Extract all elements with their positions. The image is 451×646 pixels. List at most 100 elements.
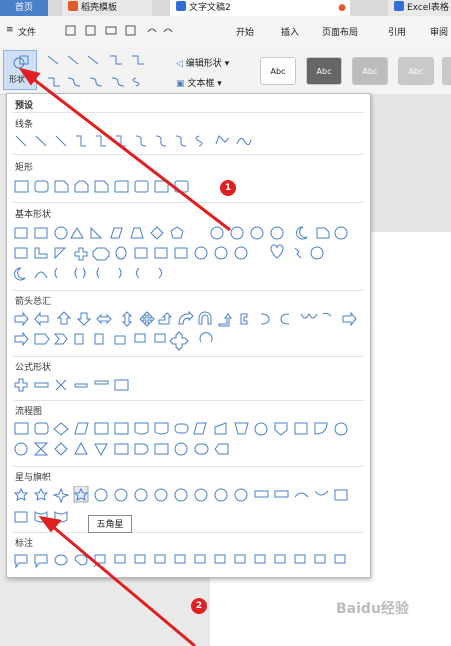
- style-preset-3[interactable]: Abc: [352, 57, 388, 85]
- arc-shape: [34, 271, 48, 279]
- style-preset-5[interactable]: [442, 57, 451, 85]
- rounded-rectangle-shape: [34, 180, 49, 193]
- section-equation-shapes: 公式形状: [15, 363, 52, 373]
- line-shape: [15, 135, 27, 147]
- textbox-button[interactable]: ▣ 文本框 ▾: [176, 76, 222, 89]
- recent-shapes-gallery[interactable]: [44, 52, 168, 92]
- edit-shape-label: 编辑形状: [185, 59, 222, 69]
- lines-row[interactable]: [13, 132, 273, 152]
- tab-excel[interactable]: Excel表格: [388, 0, 451, 16]
- can-shape: [115, 246, 127, 260]
- moon2-shape: [14, 267, 26, 281]
- circular-arrow-shape: [199, 332, 213, 343]
- menu-start[interactable]: 开始: [236, 25, 254, 38]
- merge-shape: [94, 443, 108, 457]
- style-preset-1[interactable]: Abc: [260, 57, 296, 85]
- style-preset-4[interactable]: Abc: [398, 57, 434, 85]
- textbox-icon: ▣: [176, 79, 185, 89]
- arrow-shape: [35, 135, 47, 147]
- hamburger-icon[interactable]: ≡: [6, 25, 14, 35]
- separator: [13, 532, 363, 533]
- curve-shape: [195, 135, 203, 147]
- process-shape: [14, 422, 29, 435]
- left-arrow-shape: [34, 311, 49, 327]
- left-up-arrow-shape: [218, 313, 232, 327]
- multiply-shape: [55, 379, 67, 391]
- line-callout-accent2-shape: [194, 554, 206, 564]
- manual-input-shape: [214, 422, 227, 435]
- collate-shape: [33, 442, 49, 456]
- punched-tape-shape: [314, 422, 328, 435]
- lightning-bolt-shape: [294, 247, 302, 259]
- menu-references[interactable]: 引用: [388, 25, 406, 38]
- oval-callout-shape: [54, 554, 68, 566]
- line-callout-border4-shape: [294, 554, 306, 564]
- watermark: Baidu经验: [336, 598, 409, 618]
- up-down-arrow-shape: [121, 311, 133, 327]
- style-label: Abc: [316, 67, 332, 76]
- equal-shape: [94, 380, 109, 385]
- excel-icon: [394, 1, 404, 11]
- callouts-row[interactable]: [13, 552, 363, 572]
- tab-bar: 首页 稻壳模板 文字文稿2 ● Excel表格: [0, 0, 451, 16]
- sequential-access-storage-shape: [154, 443, 169, 455]
- double-bracket-shape: [54, 267, 58, 279]
- tab-document[interactable]: 文字文稿2 ●: [170, 0, 350, 16]
- menu-bar: ≡ 文件 开始 插入 页面布局 引用 审阅: [0, 16, 451, 49]
- tab-label: Excel表格: [407, 3, 449, 13]
- menu-review[interactable]: 审阅: [430, 25, 448, 38]
- style-preset-2[interactable]: Abc: [306, 57, 342, 85]
- double-arrow-shape: [55, 135, 67, 147]
- heptagon-shape: [210, 226, 224, 240]
- display-shape: [214, 443, 229, 455]
- elbow-arrow-connector: [96, 135, 106, 147]
- curved-left-arrow-shape: [280, 313, 290, 325]
- vertical-scroll-shape: [334, 489, 348, 501]
- flowchart-grid[interactable]: [13, 420, 363, 460]
- moon-shape: [296, 226, 308, 240]
- shape-button[interactable]: 形状: [3, 50, 37, 90]
- elbow-connector: [76, 135, 86, 147]
- equation-shapes-row[interactable]: [13, 376, 153, 396]
- minus-shape: [34, 382, 49, 388]
- cross-shape: [74, 247, 88, 261]
- left-right-arrow-shape: [96, 313, 112, 325]
- snip-same-side-rectangle-shape: [74, 180, 89, 193]
- 8-point-star-shape: [134, 488, 148, 502]
- textbox-label: 文本框: [187, 79, 215, 89]
- connector-shape: [254, 422, 268, 436]
- explosion2-shape: [33, 487, 49, 501]
- donut-shape: [174, 247, 188, 259]
- multidocument-shape: [154, 422, 169, 435]
- rectangle-shape: [14, 180, 29, 193]
- basic-shapes-grid[interactable]: [13, 224, 363, 284]
- pentagon-shape: [170, 226, 184, 239]
- preparation-shape: [193, 422, 207, 435]
- modified-dot-icon: ●: [338, 3, 346, 13]
- quad-arrow-shape: [139, 311, 155, 327]
- offpage-connector-shape: [274, 422, 288, 436]
- decision-shape: [53, 422, 69, 436]
- block-arrows-grid[interactable]: [13, 310, 363, 352]
- section-flowchart: 流程图: [15, 407, 43, 417]
- tab-home[interactable]: 首页: [0, 0, 48, 16]
- double-brace-shape: [74, 267, 86, 279]
- 16-point-star-shape: [194, 488, 208, 502]
- trapezoid-shape: [130, 227, 144, 239]
- menu-file[interactable]: 文件: [18, 25, 36, 38]
- document-flow-shape: [134, 422, 149, 435]
- right-bracket-shape: [118, 267, 122, 279]
- menu-page-layout[interactable]: 页面布局: [322, 25, 358, 38]
- edit-shape-button[interactable]: ◁ 编辑形状 ▾: [176, 56, 229, 69]
- quick-access-toolbar[interactable]: [64, 24, 184, 38]
- direct-access-storage-shape: [194, 443, 209, 455]
- or-shape: [14, 442, 28, 456]
- tab-docer[interactable]: 稻壳模板: [62, 0, 152, 16]
- divide-shape: [74, 383, 88, 388]
- round-diagonal-rectangle-shape: [154, 180, 169, 193]
- horizontal-scroll-shape: [14, 511, 28, 523]
- rectangles-row[interactable]: [13, 178, 213, 198]
- menu-insert[interactable]: 插入: [281, 25, 299, 38]
- u-turn-arrow-shape: [198, 311, 212, 325]
- stars-banners-grid[interactable]: [13, 486, 363, 528]
